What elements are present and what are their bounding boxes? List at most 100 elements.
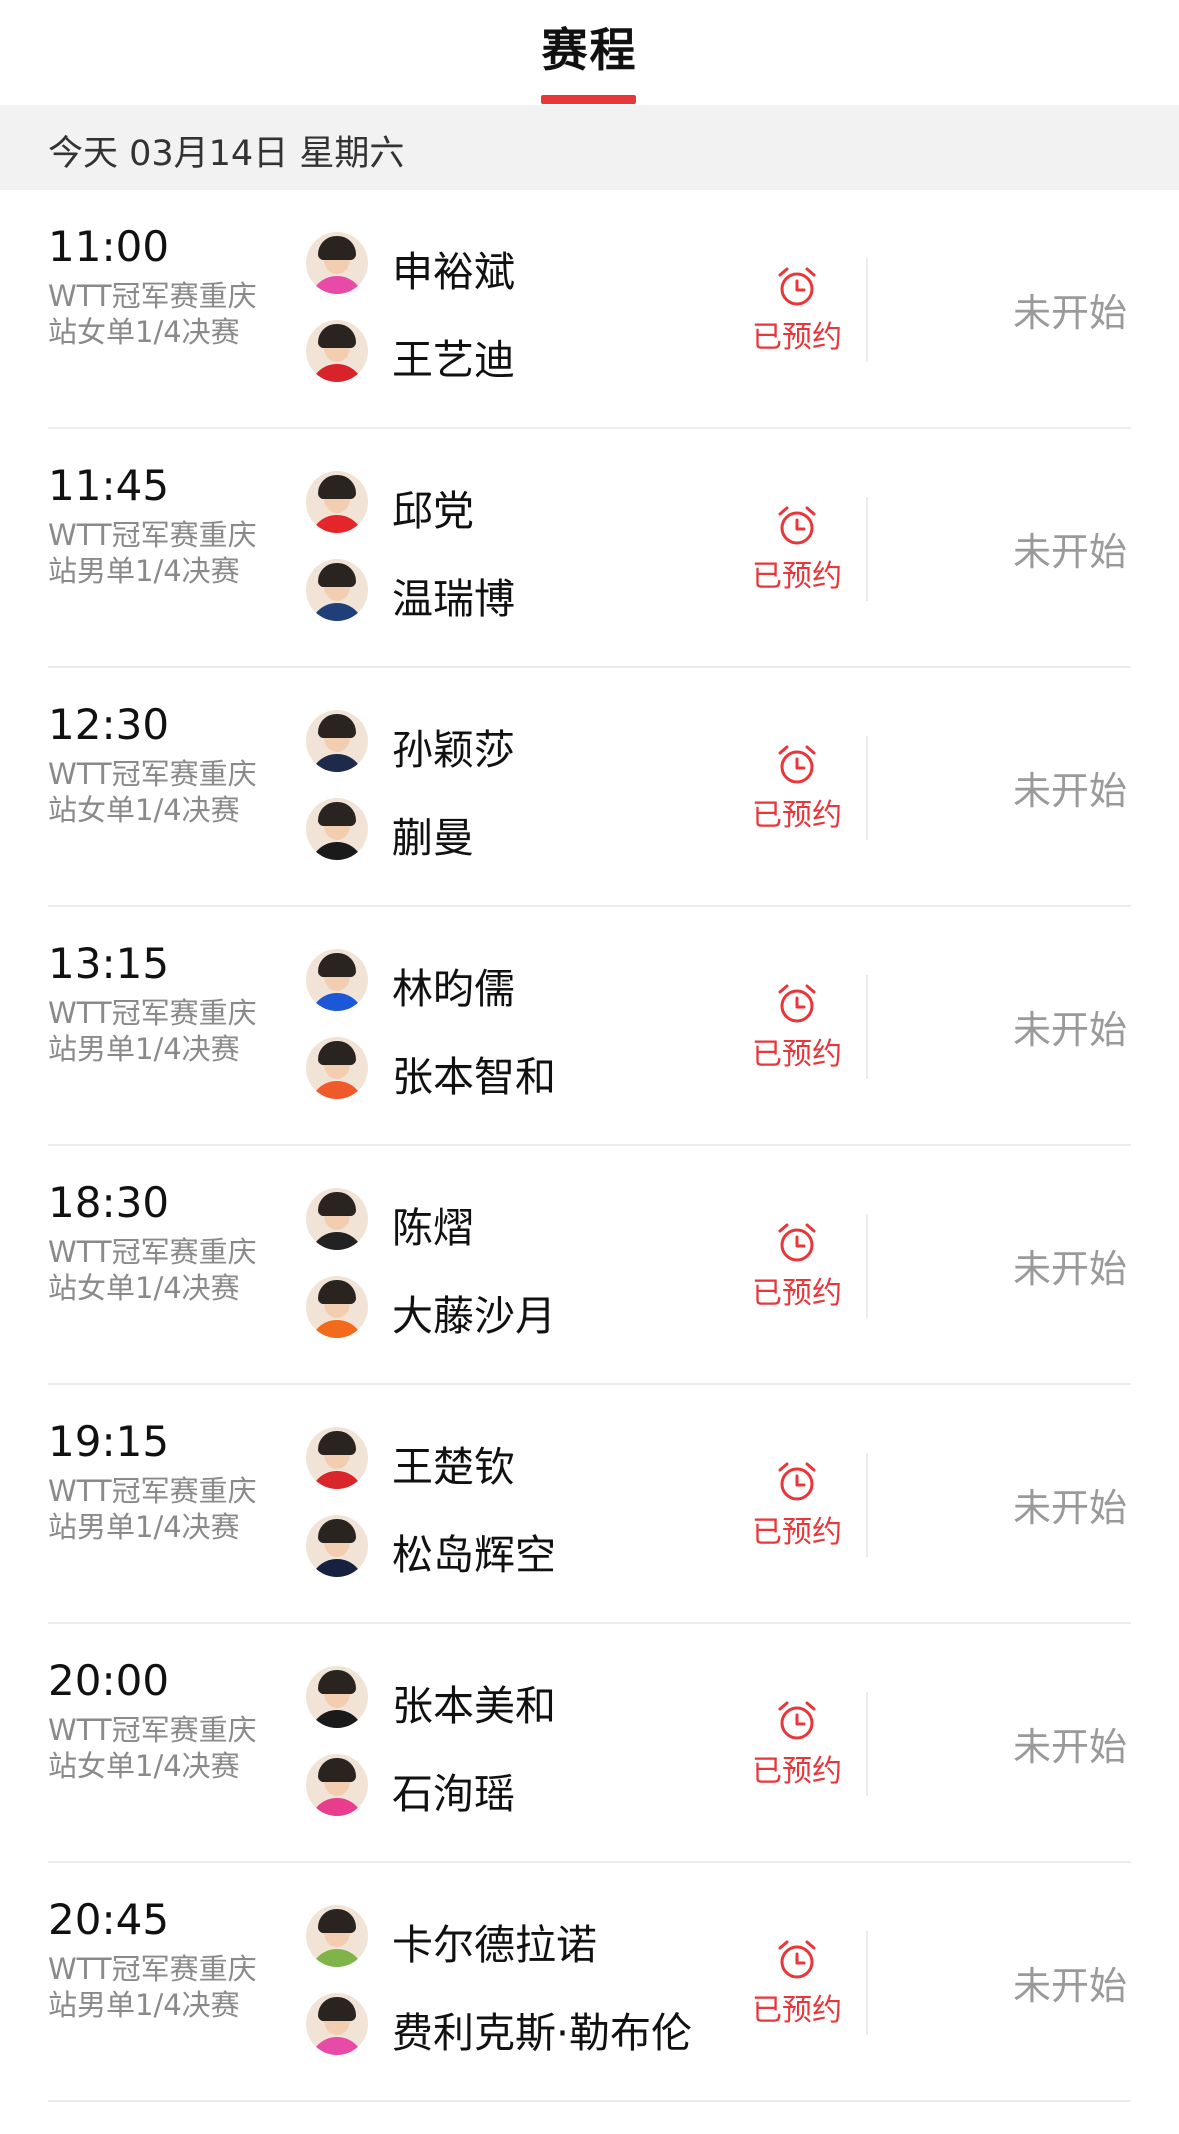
- alarm-clock-icon: [778, 506, 816, 545]
- player-one[interactable]: 邱党: [306, 471, 746, 535]
- player-two[interactable]: 石洵瑶: [306, 1754, 746, 1818]
- alarm-clock-icon: [778, 1223, 816, 1262]
- match-time: 11:00: [48, 222, 170, 271]
- page-title: 赛程: [541, 23, 638, 77]
- player-two[interactable]: 蒯曼: [306, 798, 746, 862]
- player-one[interactable]: 孙颖莎: [306, 710, 746, 774]
- match-time: 11:45: [48, 461, 170, 510]
- alarm-clock-icon: [778, 745, 816, 784]
- divider: [866, 497, 868, 601]
- divider: [866, 1931, 868, 2035]
- reminder-label: 已预约: [752, 1276, 842, 1311]
- player-name: 石洵瑶: [392, 1770, 515, 1818]
- player-name: 温瑞博: [392, 575, 515, 623]
- player-name: 费利克斯·勒布伦: [392, 2009, 693, 2057]
- date-label: 今天 03月14日 星期六: [48, 134, 405, 174]
- match-row[interactable]: 20:45 WTT冠军赛重庆站男单1/4决赛 卡尔德拉诺 费利克斯·勒布伦 已预…: [0, 1863, 1179, 2102]
- match-status: 未开始: [1012, 1964, 1127, 2008]
- player-name: 陈熠: [392, 1204, 474, 1252]
- match-description: WTT冠军赛重庆站男单1/4决赛: [48, 1952, 257, 2022]
- alarm-clock-icon: [778, 1462, 816, 1501]
- player-avatar: [306, 1905, 368, 1967]
- match-row[interactable]: 11:45 WTT冠军赛重庆站男单1/4决赛 邱党 温瑞博 已预约 未开始: [0, 429, 1179, 668]
- player-one[interactable]: 张本美和: [306, 1666, 746, 1730]
- player-two[interactable]: 王艺迪: [306, 320, 746, 384]
- player-avatar: [306, 1427, 368, 1489]
- match-description: WTT冠军赛重庆站女单1/4决赛: [48, 757, 257, 827]
- reminder-label: 已预约: [752, 1993, 842, 2028]
- reminder-button[interactable]: 已预约: [742, 264, 852, 360]
- match-description: WTT冠军赛重庆站男单1/4决赛: [48, 1474, 257, 1544]
- match-time: 20:00: [48, 1656, 170, 1705]
- player-avatar: [306, 232, 368, 294]
- alarm-clock-icon: [778, 1940, 816, 1979]
- match-status: 未开始: [1012, 1247, 1127, 1291]
- player-name: 申裕斌: [392, 248, 515, 296]
- player-two[interactable]: 温瑞博: [306, 559, 746, 623]
- match-list: 11:00 WTT冠军赛重庆站女单1/4决赛 申裕斌 王艺迪 已预约 未开始 1…: [0, 190, 1179, 2102]
- reminder-button[interactable]: 已预约: [742, 1220, 852, 1316]
- divider: [866, 1692, 868, 1796]
- player-name: 孙颖莎: [392, 726, 515, 774]
- active-tab-indicator: [541, 95, 636, 104]
- player-one[interactable]: 申裕斌: [306, 232, 746, 296]
- player-avatar: [306, 949, 368, 1011]
- divider: [866, 1453, 868, 1557]
- divider: [866, 975, 868, 1079]
- player-name: 王艺迪: [392, 336, 515, 384]
- reminder-button[interactable]: 已预约: [742, 1937, 852, 2033]
- player-name: 大藤沙月: [392, 1292, 556, 1340]
- match-time: 13:15: [48, 939, 170, 988]
- match-status: 未开始: [1012, 530, 1127, 574]
- reminder-button[interactable]: 已预约: [742, 1459, 852, 1555]
- player-avatar: [306, 320, 368, 382]
- player-avatar: [306, 1276, 368, 1338]
- match-time: 18:30: [48, 1178, 170, 1227]
- player-one[interactable]: 王楚钦: [306, 1427, 746, 1491]
- player-avatar: [306, 1666, 368, 1728]
- player-two[interactable]: 费利克斯·勒布伦: [306, 1993, 746, 2057]
- player-two[interactable]: 松岛辉空: [306, 1515, 746, 1579]
- reminder-label: 已预约: [752, 798, 842, 833]
- reminder-label: 已预约: [752, 1515, 842, 1550]
- match-description: WTT冠军赛重庆站女单1/4决赛: [48, 1713, 257, 1783]
- match-status: 未开始: [1012, 1725, 1127, 1769]
- player-name: 张本美和: [392, 1682, 556, 1730]
- match-description: WTT冠军赛重庆站男单1/4决赛: [48, 518, 257, 588]
- match-status: 未开始: [1012, 291, 1127, 335]
- reminder-button[interactable]: 已预约: [742, 1698, 852, 1794]
- player-avatar: [306, 710, 368, 772]
- player-name: 蒯曼: [392, 814, 474, 862]
- player-two[interactable]: 大藤沙月: [306, 1276, 746, 1340]
- match-status: 未开始: [1012, 769, 1127, 813]
- match-row[interactable]: 19:15 WTT冠军赛重庆站男单1/4决赛 王楚钦 松岛辉空 已预约 未开始: [0, 1385, 1179, 1624]
- reminder-button[interactable]: 已预约: [742, 742, 852, 838]
- divider: [866, 1214, 868, 1318]
- player-name: 王楚钦: [392, 1443, 515, 1491]
- player-two[interactable]: 张本智和: [306, 1037, 746, 1101]
- match-description: WTT冠军赛重庆站男单1/4决赛: [48, 996, 257, 1066]
- match-time: 20:45: [48, 1895, 170, 1944]
- reminder-button[interactable]: 已预约: [742, 981, 852, 1077]
- match-row[interactable]: 18:30 WTT冠军赛重庆站女单1/4决赛 陈熠 大藤沙月 已预约 未开始: [0, 1146, 1179, 1385]
- match-status: 未开始: [1012, 1008, 1127, 1052]
- player-one[interactable]: 林昀儒: [306, 949, 746, 1013]
- match-time: 12:30: [48, 700, 170, 749]
- match-row[interactable]: 12:30 WTT冠军赛重庆站女单1/4决赛 孙颖莎 蒯曼 已预约 未开始: [0, 668, 1179, 907]
- player-one[interactable]: 陈熠: [306, 1188, 746, 1252]
- player-avatar: [306, 559, 368, 621]
- reminder-label: 已预约: [752, 559, 842, 594]
- player-name: 林昀儒: [392, 965, 515, 1013]
- match-row[interactable]: 11:00 WTT冠军赛重庆站女单1/4决赛 申裕斌 王艺迪 已预约 未开始: [0, 190, 1179, 429]
- player-name: 邱党: [392, 487, 474, 535]
- player-name: 松岛辉空: [392, 1531, 556, 1579]
- player-avatar: [306, 1993, 368, 2055]
- match-row[interactable]: 13:15 WTT冠军赛重庆站男单1/4决赛 林昀儒 张本智和 已预约 未开始: [0, 907, 1179, 1146]
- match-time: 19:15: [48, 1417, 170, 1466]
- reminder-button[interactable]: 已预约: [742, 503, 852, 599]
- player-avatar: [306, 1515, 368, 1577]
- player-one[interactable]: 卡尔德拉诺: [306, 1905, 746, 1969]
- player-name: 卡尔德拉诺: [392, 1921, 597, 1969]
- player-avatar: [306, 1754, 368, 1816]
- match-row[interactable]: 20:00 WTT冠军赛重庆站女单1/4决赛 张本美和 石洵瑶 已预约 未开始: [0, 1624, 1179, 1863]
